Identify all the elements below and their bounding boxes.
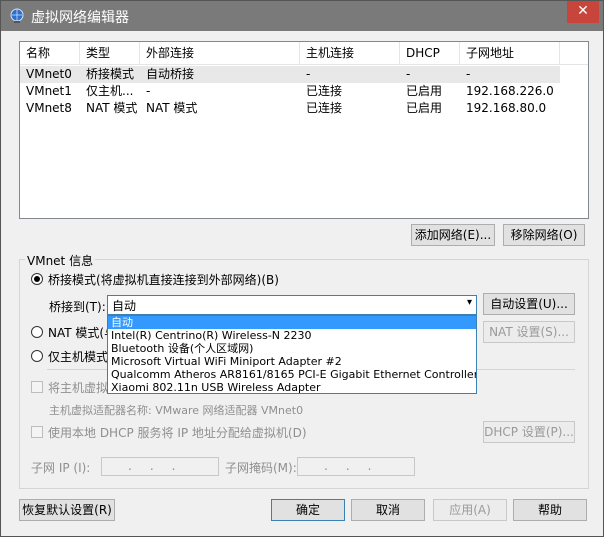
cell-subnet: -	[466, 67, 471, 81]
dhcp-settings-button[interactable]: DHCP 设置(P)...	[483, 421, 575, 443]
nat-mode-radio[interactable]	[31, 326, 43, 338]
network-list[interactable]: 名称 类型 外部连接 主机连接 DHCP 子网地址 VMnet0 桥接模式 自动…	[19, 41, 589, 219]
bridged-to-value: 自动	[112, 299, 137, 313]
vmnet-info-label: VMnet 信息	[25, 252, 96, 269]
subnet-ip-field[interactable]: ...	[101, 457, 219, 476]
bridged-mode-label[interactable]: 桥接模式(将虚拟机直接连接到外部网络)(B)	[48, 271, 279, 288]
column-header-subnet[interactable]: 子网地址	[460, 42, 560, 64]
use-dhcp-checkbox[interactable]	[31, 426, 43, 438]
cell-name: VMnet1	[26, 84, 72, 98]
host-adapter-name: 主机虚拟适配器名称: VMware 网络适配器 VMnet0	[49, 404, 304, 417]
cell-dhcp: -	[406, 67, 411, 81]
virtual-network-editor-window: 虚拟网络编辑器 ✕ 名称 类型 外部连接 主机连接 DHCP 子网地址 VMne…	[0, 0, 604, 537]
cell-host: 已连接	[306, 101, 343, 115]
remove-network-button[interactable]: 移除网络(O)	[503, 224, 585, 246]
apply-button[interactable]: 应用(A)	[433, 499, 507, 521]
column-header-name[interactable]: 名称	[20, 42, 80, 64]
help-button[interactable]: 帮助	[513, 499, 587, 521]
cell-subnet: 192.168.80.0	[466, 101, 547, 115]
cell-name: VMnet8	[26, 101, 72, 115]
nat-settings-button[interactable]: NAT 设置(S)...	[483, 321, 575, 343]
cell-type: 仅主机...	[86, 84, 134, 98]
connect-host-adapter-checkbox[interactable]	[31, 381, 43, 393]
ok-button[interactable]: 确定	[271, 499, 345, 521]
nat-mode-label[interactable]: NAT 模式(与	[48, 324, 116, 341]
bridged-to-dropdown-list[interactable]: 自动 Intel(R) Centrino(R) Wireless-N 2230 …	[107, 315, 477, 394]
list-header: 名称 类型 外部连接 主机连接 DHCP 子网地址	[20, 42, 588, 65]
connect-host-adapter-label[interactable]: 将主机虚拟	[48, 379, 108, 396]
auto-settings-button[interactable]: 自动设置(U)...	[483, 293, 575, 315]
cell-external: NAT 模式	[146, 101, 198, 115]
use-dhcp-label[interactable]: 使用本地 DHCP 服务将 IP 地址分配给虚拟机(D)	[48, 424, 307, 441]
cell-subnet: 192.168.226.0	[466, 84, 554, 98]
cancel-button[interactable]: 取消	[351, 499, 425, 521]
subnet-ip-label: 子网 IP (I):	[31, 461, 91, 475]
cell-type: NAT 模式	[86, 101, 138, 115]
subnet-mask-label: 子网掩码(M):	[225, 461, 297, 475]
bridged-to-select[interactable]: 自动 ▾	[107, 295, 477, 315]
cell-external: 自动桥接	[146, 67, 195, 81]
cell-external: -	[146, 84, 151, 98]
add-network-button[interactable]: 添加网络(E)...	[411, 224, 495, 246]
cell-host: 已连接	[306, 84, 343, 98]
dropdown-option[interactable]: Bluetooth 设备(个人区域网)	[108, 342, 476, 355]
bridged-to-label: 桥接到(T):	[49, 300, 106, 314]
column-header-type[interactable]: 类型	[80, 42, 140, 64]
column-header-external[interactable]: 外部连接	[140, 42, 300, 64]
column-header-host[interactable]: 主机连接	[300, 42, 400, 64]
bridged-mode-radio[interactable]	[31, 273, 43, 285]
chevron-down-icon[interactable]: ▾	[467, 297, 472, 308]
dropdown-option[interactable]: Intel(R) Centrino(R) Wireless-N 2230	[108, 329, 476, 342]
cell-host: -	[306, 67, 311, 81]
window-title: 虚拟网络编辑器	[31, 10, 129, 26]
subnet-mask-field[interactable]: ...	[297, 457, 415, 476]
cell-type: 桥接模式	[86, 67, 135, 81]
dropdown-option[interactable]: Microsoft Virtual WiFi Miniport Adapter …	[108, 355, 476, 368]
table-row[interactable]: VMnet0 桥接模式 自动桥接 - - -	[20, 66, 560, 83]
column-header-dhcp[interactable]: DHCP	[400, 42, 460, 64]
cell-name: VMnet0	[26, 67, 72, 81]
host-only-label[interactable]: 仅主机模式	[48, 348, 108, 365]
table-row[interactable]: VMnet8 NAT 模式 NAT 模式 已连接 已启用 192.168.80.…	[20, 100, 560, 117]
close-button[interactable]: ✕	[567, 1, 599, 23]
dropdown-option[interactable]: 自动	[108, 316, 476, 329]
title-bar[interactable]: 虚拟网络编辑器 ✕	[1, 1, 603, 31]
network-globe-icon	[10, 8, 24, 23]
cell-dhcp: 已启用	[406, 101, 443, 115]
restore-defaults-button[interactable]: 恢复默认设置(R)	[19, 499, 115, 521]
table-row[interactable]: VMnet1 仅主机... - 已连接 已启用 192.168.226.0	[20, 83, 560, 100]
host-only-radio[interactable]	[31, 350, 43, 362]
dropdown-option[interactable]: Xiaomi 802.11n USB Wireless Adapter	[108, 381, 476, 393]
cell-dhcp: 已启用	[406, 84, 443, 98]
dropdown-option[interactable]: Qualcomm Atheros AR8161/8165 PCI-E Gigab…	[108, 368, 476, 381]
